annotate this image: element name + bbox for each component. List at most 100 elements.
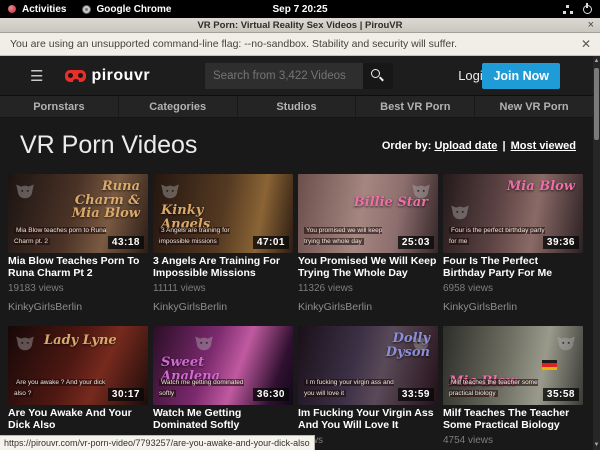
page-viewport: ☰ pirouvr Login Join Now PornstarsCatego… [0, 56, 600, 450]
german-flag-icon [542, 360, 557, 370]
thumbnail-caption: Four is the perfect birthday party for m… [449, 226, 545, 247]
infobar-message: You are using an unsupported command-lin… [10, 38, 457, 50]
video-thumbnail[interactable]: Mia Blow Milf teaches the teacher some p… [443, 326, 583, 405]
studio-cat-mask-icon [193, 331, 215, 353]
studio-link[interactable]: KinkyGirlsBerlin [298, 301, 438, 314]
nav-item-studios[interactable]: Studios [237, 96, 356, 117]
distro-icon [8, 5, 16, 13]
video-views: 11111 views [153, 283, 293, 295]
thumbnail-performer-name: Billie Star [354, 196, 428, 210]
video-title-link[interactable]: Are You Awake And Your Dick Also [8, 408, 148, 431]
duration-badge: 25:03 [398, 236, 434, 249]
video-title-link[interactable]: Mia Blow Teaches Porn To Runa Charm Pt 2 [8, 256, 148, 279]
video-views: 19183 views [8, 283, 148, 295]
network-icon[interactable] [563, 5, 573, 14]
thumbnail-caption: Are you awake ? And your dick also ? [14, 378, 110, 399]
duration-badge: 43:18 [108, 236, 144, 249]
studio-cat-mask-icon [14, 331, 36, 353]
duration-badge: 33:59 [398, 388, 434, 401]
active-app-label: Google Chrome [96, 4, 171, 15]
duration-badge: 30:17 [108, 388, 144, 401]
video-card: Dolly Dyson I m fucking your virgin ass … [298, 326, 438, 450]
studio-cat-mask-icon [449, 200, 471, 222]
video-thumbnail[interactable]: Lady Lyne Are you awake ? And your dick … [8, 326, 148, 405]
order-upload-date-link[interactable]: Upload date [434, 140, 497, 152]
nav-item-best-vr-porn[interactable]: Best VR Porn [355, 96, 474, 117]
duration-badge: 39:36 [543, 236, 579, 249]
video-title-link[interactable]: Im Fucking Your Virgin Ass And You Will … [298, 408, 438, 431]
system-top-bar: Activities Google Chrome Sep 7 20:25 [0, 0, 600, 18]
logo-text: pirouvr [91, 67, 150, 85]
video-thumbnail[interactable]: Kinky Angels 3 Angels are training for i… [153, 174, 293, 253]
chrome-infobar: You are using an unsupported command-lin… [0, 33, 600, 56]
order-by: Order by: Upload date | Most viewed [382, 140, 576, 152]
search-input[interactable] [205, 63, 363, 89]
thumbnail-caption: Milf teaches the teacher some practical … [449, 378, 545, 399]
main-nav: PornstarsCategoriesStudiosBest VR PornNe… [0, 96, 593, 118]
thumbnail-caption: Mia Blow teaches porn to Runa Charm pt. … [14, 226, 110, 247]
search-icon [371, 69, 380, 78]
video-views: 11326 views [298, 283, 438, 295]
power-icon[interactable] [583, 5, 592, 14]
status-url-bubble: https://pirouvr.com/vr-porn-video/779325… [0, 435, 315, 450]
video-thumbnail[interactable]: Dolly Dyson I m fucking your virgin ass … [298, 326, 438, 405]
video-title-link[interactable]: You Promised We Will Keep Trying The Who… [298, 256, 438, 279]
video-card: Billie Star You promised we will keep tr… [298, 174, 438, 314]
vr-goggles-icon [65, 70, 86, 82]
search-button[interactable] [363, 63, 393, 89]
join-now-button[interactable]: Join Now [482, 63, 560, 89]
studio-link[interactable]: KinkyGirlsBerlin [153, 301, 293, 314]
nav-item-categories[interactable]: Categories [118, 96, 237, 117]
order-by-label: Order by: [382, 140, 432, 152]
window-title: VR Porn: Virtual Reality Sex Videos | Pi… [197, 20, 402, 31]
thumbnail-performer-name: Runa Charm & Mia Blow [60, 180, 140, 221]
infobar-close-icon[interactable]: ✕ [581, 37, 591, 51]
video-title-link[interactable]: Four Is The Perfect Birthday Party For M… [443, 256, 583, 279]
video-title-link[interactable]: Milf Teaches The Teacher Some Practical … [443, 408, 583, 431]
video-grid: Runa Charm & Mia Blow Mia Blow teaches p… [8, 174, 590, 450]
video-title-link[interactable]: Watch Me Getting Dominated Softly [153, 408, 293, 431]
thumbnail-performer-name: Lady Lyne [44, 334, 117, 348]
scrollbar-thumb[interactable] [594, 68, 599, 140]
video-card: Runa Charm & Mia Blow Mia Blow teaches p… [8, 174, 148, 314]
activities-button[interactable]: Activities [22, 4, 66, 15]
active-app-menu[interactable]: Google Chrome [82, 4, 171, 15]
clock[interactable]: Sep 7 20:25 [272, 4, 327, 15]
scroll-down-icon[interactable]: ▼ [593, 440, 600, 450]
screen: Activities Google Chrome Sep 7 20:25 VR … [0, 0, 600, 450]
chrome-icon [82, 5, 91, 14]
video-thumbnail[interactable]: Runa Charm & Mia Blow Mia Blow teaches p… [8, 174, 148, 253]
scroll-up-icon[interactable]: ▲ [593, 56, 600, 66]
studio-cat-mask-icon [159, 179, 181, 201]
scrollbar[interactable]: ▲ ▼ [593, 56, 600, 450]
duration-badge: 36:30 [253, 388, 289, 401]
duration-badge: 47:01 [253, 236, 289, 249]
video-card: Mia Blow Milf teaches the teacher some p… [443, 326, 583, 450]
video-title-link[interactable]: 3 Angels Are Training For Impossible Mis… [153, 256, 293, 279]
video-card: Sweet Analena Watch me getting dominated… [153, 326, 293, 450]
video-thumbnail[interactable]: Sweet Analena Watch me getting dominated… [153, 326, 293, 405]
studio-cat-mask-icon [14, 179, 36, 201]
order-most-viewed-link[interactable]: Most viewed [511, 140, 576, 152]
nav-item-pornstars[interactable]: Pornstars [0, 96, 118, 117]
video-card: Lady Lyne Are you awake ? And your dick … [8, 326, 148, 450]
studio-cat-mask-icon [555, 331, 577, 353]
site-logo[interactable]: pirouvr [65, 67, 150, 85]
video-thumbnail[interactable]: Mia Blow Four is the perfect birthday pa… [443, 174, 583, 253]
window-close-button[interactable]: × [588, 19, 594, 31]
thumbnail-caption: Watch me getting dominated softly [159, 378, 255, 399]
studio-link[interactable]: KinkyGirlsBerlin [443, 301, 583, 314]
site-header: ☰ pirouvr Login Join Now [0, 56, 600, 96]
nav-item-new-vr-porn[interactable]: New VR Porn [474, 96, 593, 117]
duration-badge: 35:58 [543, 388, 579, 401]
video-card: Mia Blow Four is the perfect birthday pa… [443, 174, 583, 314]
video-views: 6958 views [443, 283, 583, 295]
video-thumbnail[interactable]: Billie Star You promised we will keep tr… [298, 174, 438, 253]
menu-icon[interactable]: ☰ [30, 67, 43, 85]
page-title: VR Porn Videos [20, 131, 197, 160]
thumbnail-caption: You promised we will keep trying the who… [304, 226, 400, 247]
thumbnail-caption: I m fucking your virgin ass and you will… [304, 378, 400, 399]
video-views: views [298, 435, 438, 447]
thumbnail-caption: 3 Angels are training for impossible mis… [159, 226, 255, 247]
studio-link[interactable]: KinkyGirlsBerlin [8, 301, 148, 314]
